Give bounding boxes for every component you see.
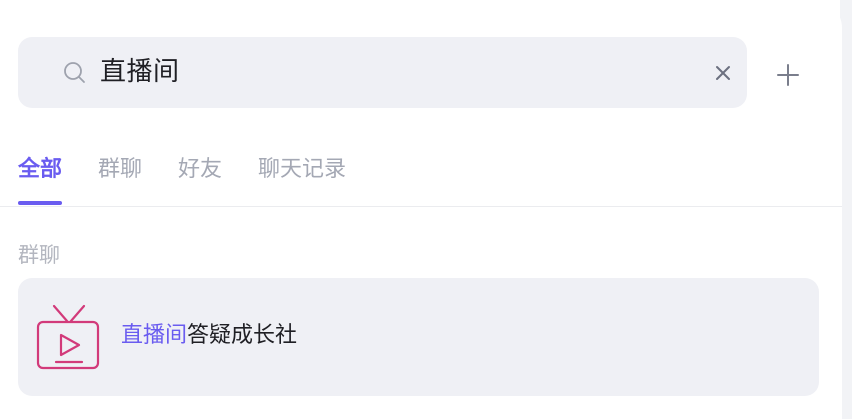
group-chat-name-rest: 答疑成长社 <box>187 323 298 348</box>
tab-friends[interactable]: 好友 <box>178 150 222 206</box>
tab-chat-history[interactable]: 聊天记录 <box>258 150 346 206</box>
tab-all[interactable]: 全部 <box>18 150 63 206</box>
tab-group-chats[interactable]: 群聊 <box>98 150 142 206</box>
section-title-group-chats: 群聊 <box>18 243 60 267</box>
clear-search-button[interactable] <box>708 58 738 88</box>
search-match-highlight: 直播间 <box>121 323 188 348</box>
search-panel: 直播间 全部 群聊 好友 聊天记录 群聊 直播间答疑成长社 <box>0 0 842 419</box>
group-chat-result[interactable]: 直播间答疑成长社 <box>18 278 819 396</box>
search-input[interactable]: 直播间 <box>100 56 180 88</box>
tabs-divider <box>0 206 842 207</box>
search-screen: 直播间 全部 群聊 好友 聊天记录 群聊 直播间答疑成长社 <box>0 0 852 419</box>
group-chat-name: 直播间答疑成长社 <box>121 321 297 351</box>
search-icon <box>64 62 85 83</box>
tv-live-icon <box>36 304 100 370</box>
close-icon <box>716 66 730 80</box>
search-tabs: 全部 群聊 好友 聊天记录 <box>18 150 382 206</box>
plus-icon <box>777 64 799 86</box>
add-button[interactable] <box>768 55 808 95</box>
search-input-box[interactable]: 直播间 <box>18 37 747 108</box>
